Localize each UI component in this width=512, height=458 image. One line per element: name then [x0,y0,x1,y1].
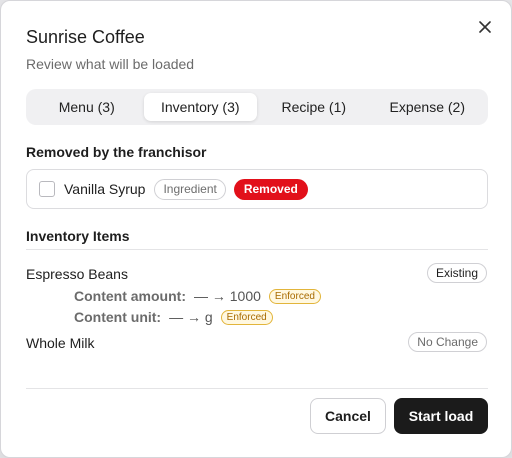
enforced-badge: Enforced [220,309,273,325]
start-load-button[interactable]: Start load [394,398,488,434]
change-value: — → g [169,309,213,325]
removed-status-badge: Removed [233,178,308,200]
footer-divider [26,388,488,389]
enforced-badge: Enforced [268,288,321,304]
change-value: — → 1000 [193,288,261,304]
close-icon [479,21,491,33]
inventory-section-title: Inventory Items [26,228,130,244]
removed-item-checkbox[interactable] [39,181,55,197]
tab-expense[interactable]: Expense (2) [371,93,485,121]
change-row-content-amount: Content amount: — → 1000 Enforced [74,288,321,304]
tab-inventory[interactable]: Inventory (3) [143,93,257,121]
tab-menu[interactable]: Menu (3) [30,93,144,121]
cancel-button[interactable]: Cancel [310,398,386,434]
inventory-item-name: Whole Milk [26,335,95,351]
load-review-dialog: Sunrise Coffee Review what will be loade… [0,0,512,458]
inventory-item-name: Espresso Beans [26,266,128,282]
section-divider [26,249,488,250]
removed-section-title: Removed by the franchisor [26,144,207,160]
dialog-subtitle: Review what will be loaded [26,56,195,72]
removed-item-card: Vanilla Syrup Ingredient Removed [26,169,488,209]
change-key: Content unit: [74,309,162,325]
removed-item-name: Vanilla Syrup [64,181,146,197]
change-row-content-unit: Content unit: — → g Enforced [74,309,273,325]
ingredient-chip: Ingredient [154,178,226,200]
no-change-badge: No Change [408,332,487,352]
tab-bar: Menu (3) Inventory (3) Recipe (1) Expens… [26,89,488,125]
dialog-title: Sunrise Coffee [26,27,145,47]
close-button[interactable] [475,17,495,37]
tab-recipe[interactable]: Recipe (1) [257,93,371,121]
existing-badge: Existing [426,263,487,283]
change-key: Content amount: [74,288,186,304]
